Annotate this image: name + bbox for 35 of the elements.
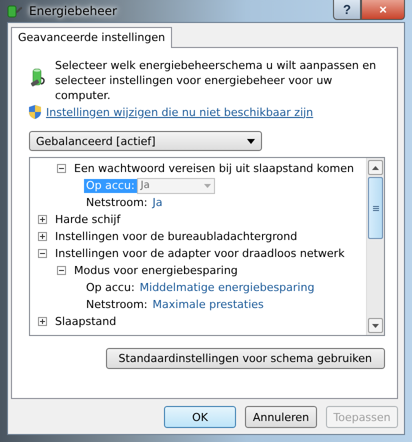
restore-defaults-button[interactable]: Standaardinstellingen voor schema gebruiken [106, 348, 385, 369]
setting-label[interactable]: Op accu: [84, 280, 137, 294]
collapse-icon[interactable] [57, 266, 66, 275]
collapse-icon[interactable] [38, 249, 47, 258]
settings-link[interactable]: Instellingen wijzigen die nu niet beschikbaar zijn [46, 106, 314, 118]
collapse-icon[interactable] [57, 164, 66, 173]
setting-value[interactable]: Middelmatige energiebesparing [140, 281, 314, 294]
window-title: Energiebeheer [29, 4, 117, 18]
tree-item[interactable]: Instellingen voor de adapter voor draadloos netwerk [53, 246, 347, 260]
scroll-up-icon[interactable] [368, 160, 383, 175]
setting-label[interactable]: Netstroom: [84, 298, 150, 312]
dialog-button[interactable]: Annuleren [245, 406, 317, 428]
tree-item[interactable]: Harde schijf [53, 212, 122, 226]
scroll-down-icon[interactable] [368, 318, 383, 333]
caret-icon [204, 184, 211, 188]
expand-icon[interactable] [38, 232, 47, 241]
tree-item[interactable]: Slaapstand [53, 314, 118, 328]
tree-item[interactable]: Een wachtwoord vereisen bij uit slaapstand komen [72, 162, 356, 176]
tree-item[interactable]: Modus voor energiebesparing [72, 264, 240, 278]
setting-value[interactable]: Maximale prestaties [152, 298, 264, 311]
intro-text: Selecteer welk energiebeheerschema u wilt aanpassen en selecteer instellingen voor energiebeheer voor uw computer. [54, 58, 378, 103]
dialog-button[interactable]: OK [164, 406, 236, 428]
battery-plug-icon [7, 3, 23, 19]
setting-label[interactable]: Netstroom: [84, 196, 150, 210]
value-dropdown[interactable]: Ja [136, 178, 215, 194]
shield-icon [29, 105, 41, 119]
setting-value[interactable]: Ja [152, 196, 163, 209]
caret-icon [247, 138, 255, 144]
expand-icon[interactable] [38, 317, 47, 326]
scheme-dropdown[interactable]: Gebalanceerd [actief] [29, 131, 262, 151]
expand-icon[interactable] [38, 215, 47, 224]
tree-item[interactable]: Instellingen voor de bureaubladachtergrond [53, 230, 300, 244]
scroll-thumb[interactable] [368, 177, 383, 239]
tab[interactable]: Geavanceerde instellingen [11, 27, 172, 48]
help-button[interactable]: ? [333, 0, 361, 20]
